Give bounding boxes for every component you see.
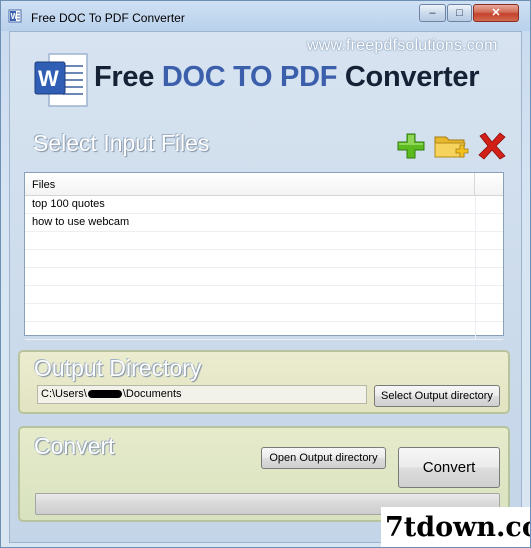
list-item — [25, 250, 503, 268]
app-window: W Free DOC To PDF Converter – □ ✕ www.fr… — [0, 0, 531, 548]
list-item[interactable]: top 100 quotes — [25, 196, 503, 214]
list-item — [25, 322, 503, 340]
watermark: 7tdown.com — [381, 507, 530, 547]
folder-add-icon[interactable] — [433, 131, 471, 159]
list-item — [25, 304, 503, 322]
app-title: Free DOC TO PDF Converter — [94, 61, 479, 94]
select-output-directory-button[interactable]: Select Output directory — [374, 385, 500, 407]
minimize-button[interactable]: – — [419, 4, 446, 22]
app-title-part1: Free — [94, 61, 162, 93]
list-item — [25, 268, 503, 286]
app-title-part2: DOC TO PDF — [161, 61, 338, 93]
app-title-part3: Converter — [337, 61, 480, 93]
files-column-header[interactable]: Files — [25, 173, 475, 195]
input-files-list[interactable]: Files top 100 quotes how to use webcam — [24, 172, 504, 340]
site-url: www.freepdfsolutions.com — [307, 37, 498, 54]
list-item — [25, 286, 503, 304]
list-item — [25, 232, 503, 250]
convert-heading: Convert — [34, 433, 115, 459]
select-input-files-heading: Select Input Files — [33, 130, 210, 156]
list-header: Files — [25, 173, 503, 196]
word-document-icon: W — [34, 53, 88, 107]
window-title: Free DOC To PDF Converter — [31, 11, 185, 25]
list-item[interactable]: how to use webcam — [25, 214, 503, 232]
svg-text:W: W — [38, 66, 59, 91]
output-directory-heading: Output Directory — [34, 355, 202, 381]
convert-button[interactable]: Convert — [398, 447, 500, 488]
list-rows: top 100 quotes how to use webcam — [25, 196, 503, 340]
red-x-icon[interactable] — [477, 132, 507, 160]
maximize-button[interactable]: □ — [447, 4, 472, 22]
open-output-directory-button[interactable]: Open Output directory — [261, 447, 386, 469]
empty-column-header — [475, 173, 503, 195]
title-bar[interactable]: W Free DOC To PDF Converter – □ ✕ — [1, 1, 530, 31]
plus-icon[interactable] — [396, 132, 426, 160]
close-button[interactable]: ✕ — [473, 4, 519, 22]
output-path-field[interactable]: C:\Users\ \Documents — [37, 385, 367, 404]
path-suffix: \Documents — [122, 388, 182, 400]
path-prefix: C:\Users\ — [41, 388, 87, 400]
redacted-username — [87, 390, 122, 399]
app-icon: W — [8, 9, 22, 23]
